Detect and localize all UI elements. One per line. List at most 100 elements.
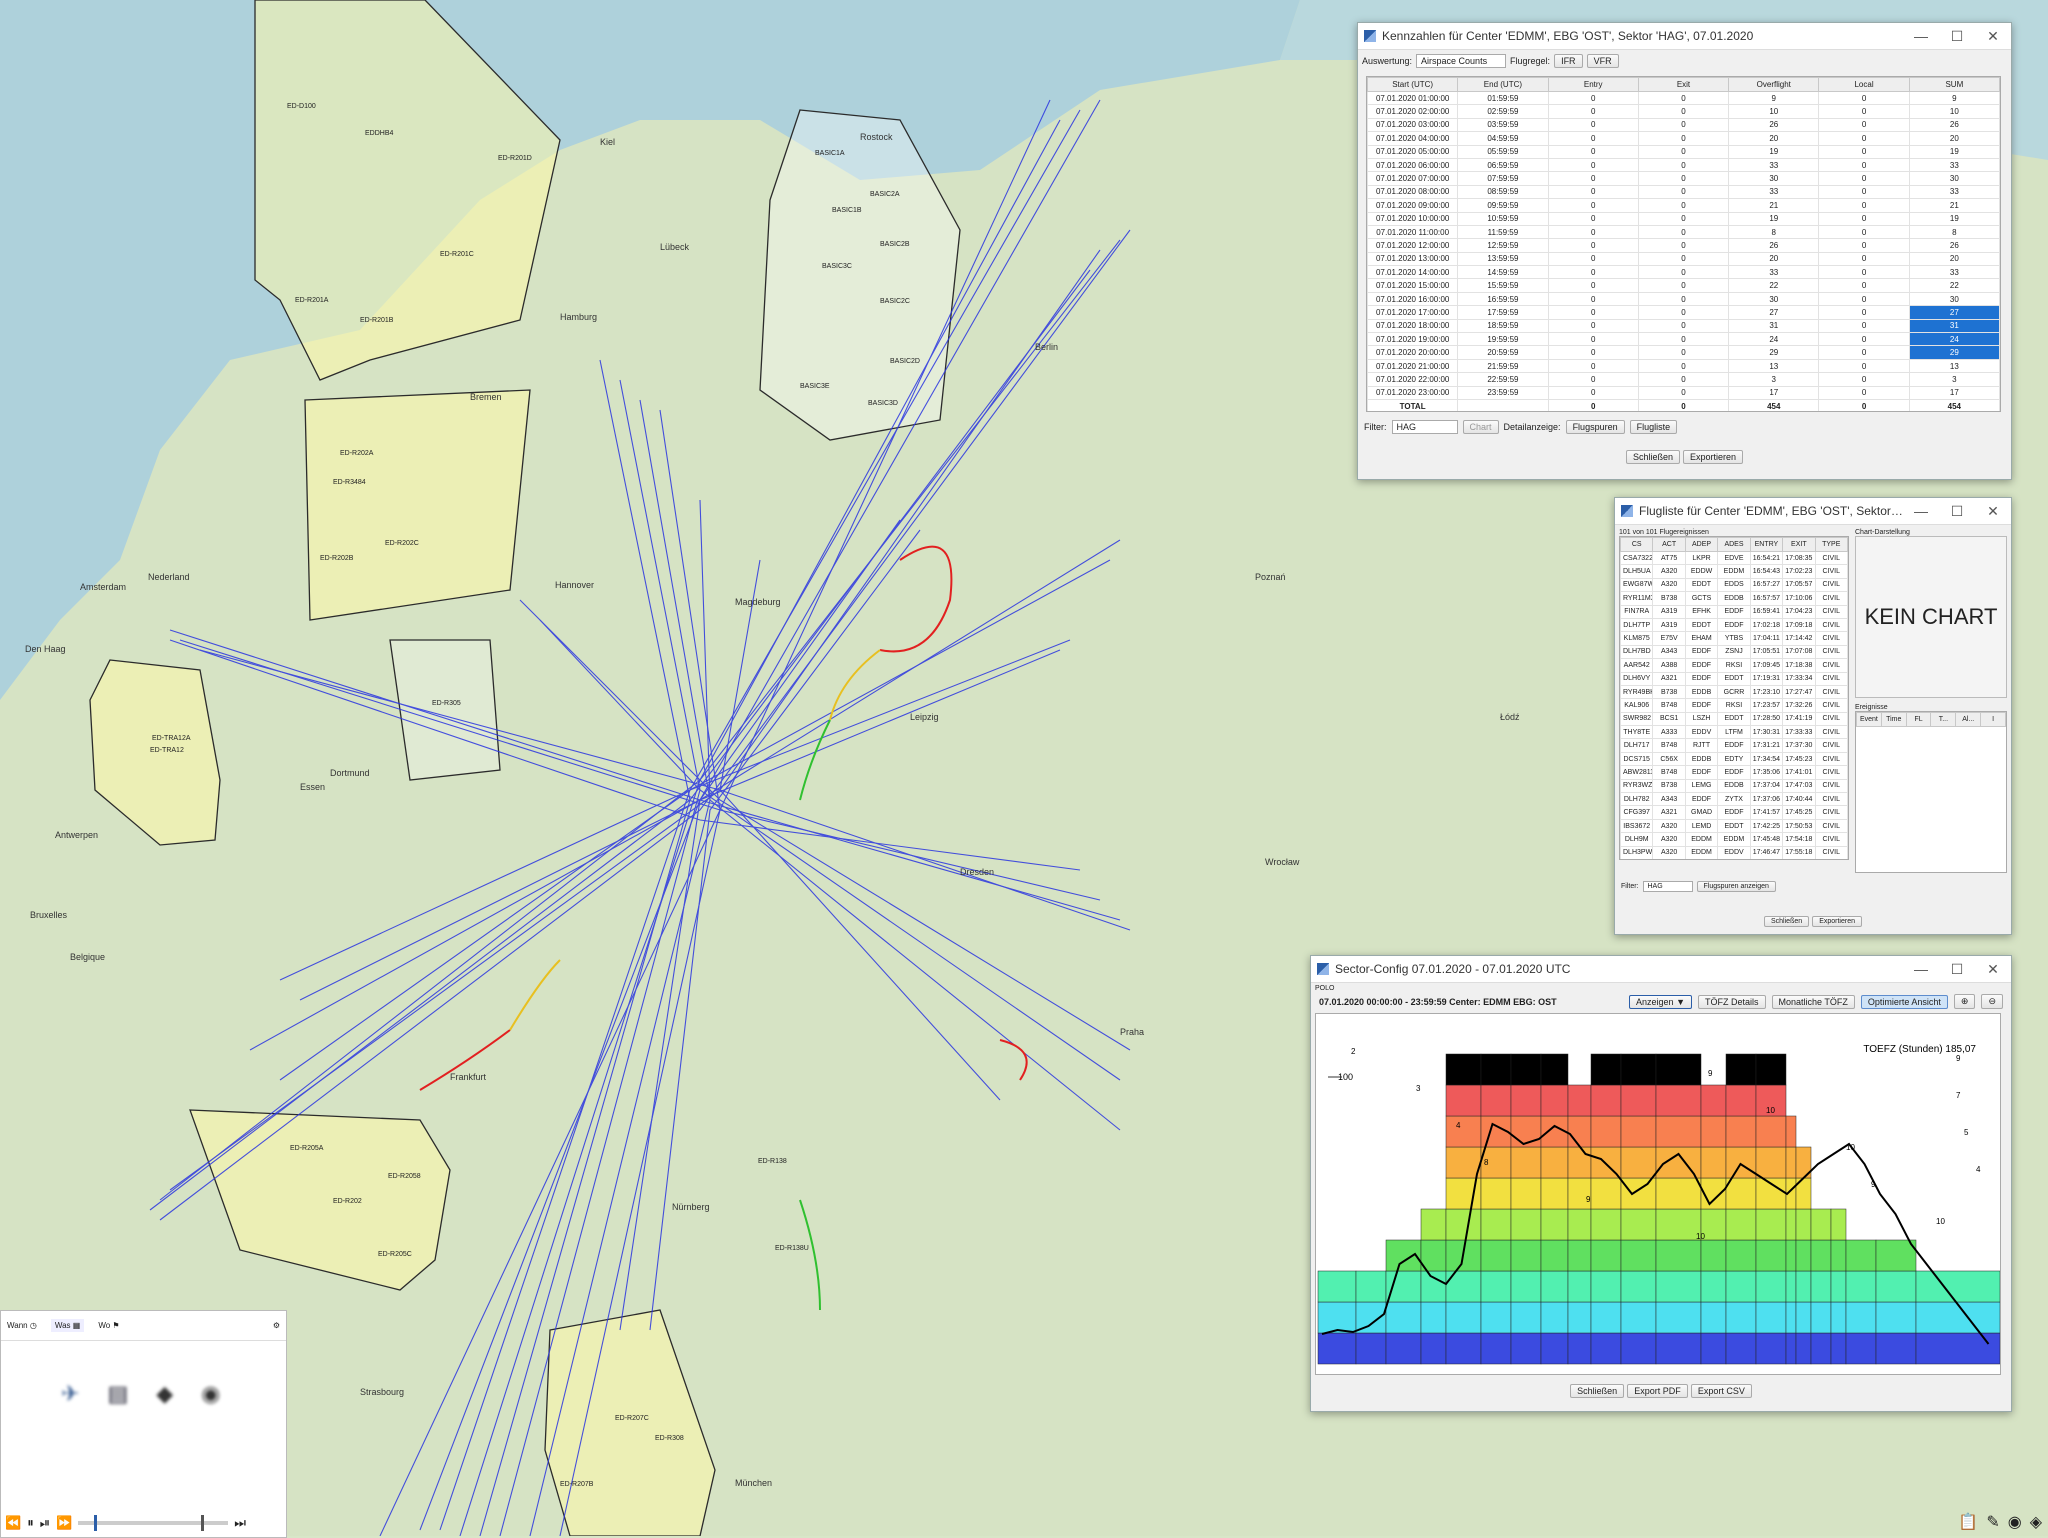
export-csv-button[interactable]: Export CSV bbox=[1690, 1384, 1752, 1398]
shield-icon[interactable]: ◆ bbox=[156, 1381, 173, 1407]
table-cell[interactable]: 11:59:59 bbox=[1457, 224, 1549, 240]
table-row[interactable]: 07.01.2020 23:00:00 23:59:59 0 0 17 0 17 bbox=[1367, 385, 2000, 400]
table-cell[interactable]: 0 bbox=[1818, 345, 1910, 360]
table-cell[interactable]: 0 bbox=[1547, 305, 1639, 320]
column-header[interactable]: CS bbox=[1620, 537, 1654, 552]
table-cell[interactable]: CIVIL bbox=[1814, 778, 1848, 794]
column-header[interactable]: Exit bbox=[1637, 77, 1730, 92]
table-cell[interactable]: A319 bbox=[1652, 617, 1686, 633]
table-cell[interactable]: 07.01.2020 12:00:00 bbox=[1367, 238, 1459, 253]
table-cell[interactable]: 07.01.2020 22:00:00 bbox=[1367, 372, 1459, 387]
table-cell[interactable]: 0 bbox=[1818, 171, 1910, 186]
table-cell[interactable]: 0 bbox=[1818, 358, 1910, 374]
table-cell[interactable]: 0 bbox=[1637, 398, 1730, 411]
auswertung-select[interactable]: Airspace Counts bbox=[1416, 54, 1507, 68]
pencil-icon[interactable]: ✎ bbox=[1986, 1512, 1999, 1532]
wann-tab[interactable]: Wann ◷ bbox=[7, 1321, 37, 1330]
table-row[interactable]: 07.01.2020 17:00:00 17:59:59 0 0 27 0 27 bbox=[1367, 305, 2000, 320]
table-cell[interactable]: 17:41:01 bbox=[1782, 765, 1816, 780]
table-cell[interactable]: 0 bbox=[1818, 238, 1910, 253]
table-cell[interactable]: DLH7BD bbox=[1620, 644, 1654, 660]
table-cell[interactable]: 22 bbox=[1908, 278, 2000, 293]
table-cell[interactable]: 0 bbox=[1818, 291, 1910, 307]
flugspuren-anzeigen-button[interactable]: Flugspuren anzeigen bbox=[1696, 881, 1776, 892]
table-cell[interactable]: 07.01.2020 04:00:00 bbox=[1367, 131, 1459, 146]
table-cell[interactable]: 30 bbox=[1728, 171, 1820, 186]
table-cell[interactable]: 0 bbox=[1818, 398, 1910, 411]
flight-table-container[interactable]: CS ACT ADEP ADES ENTRY EXIT TYPE CSA7322 AT75 LK… bbox=[1619, 536, 1849, 860]
table-cell[interactable]: SWR982 bbox=[1620, 711, 1654, 727]
table-cell[interactable]: 0 bbox=[1818, 211, 1910, 226]
table-cell[interactable]: 17:09:45 bbox=[1749, 658, 1784, 673]
table-cell[interactable]: CIVIL bbox=[1814, 738, 1848, 753]
table-cell[interactable]: 27 bbox=[1908, 305, 2000, 320]
time-slider[interactable] bbox=[78, 1515, 229, 1531]
table-cell[interactable]: CIVIL bbox=[1814, 792, 1848, 807]
table-cell[interactable]: 17:42:25 bbox=[1749, 818, 1784, 834]
table-cell[interactable]: 21:59:59 bbox=[1457, 358, 1549, 374]
table-cell[interactable]: 17:59:59 bbox=[1457, 305, 1549, 320]
vfr-button[interactable]: VFR bbox=[1586, 54, 1619, 68]
table-cell[interactable]: 17:54:18 bbox=[1782, 832, 1816, 847]
toefz-details-button[interactable]: TÖFZ Details bbox=[1698, 994, 1766, 1009]
table-row[interactable]: 07.01.2020 14:00:00 14:59:59 0 0 33 0 33 bbox=[1367, 265, 2000, 280]
maximize-icon[interactable]: ☐ bbox=[1939, 28, 1975, 45]
table-cell[interactable]: 07.01.2020 14:00:00 bbox=[1367, 265, 1459, 280]
table-cell[interactable]: CIVIL bbox=[1814, 684, 1848, 700]
table-cell[interactable]: 17:33:34 bbox=[1782, 671, 1816, 686]
table-cell[interactable]: CSA7322 bbox=[1620, 550, 1654, 566]
table-cell[interactable]: CIVIL bbox=[1814, 577, 1848, 593]
table-cell[interactable]: 0 bbox=[1637, 385, 1730, 400]
table-cell[interactable]: EDTY bbox=[1717, 751, 1751, 767]
table-cell[interactable]: 0 bbox=[1637, 131, 1730, 146]
slider-start-handle[interactable] bbox=[94, 1515, 98, 1531]
table-row[interactable]: 07.01.2020 15:00:00 15:59:59 0 0 22 0 22 bbox=[1367, 278, 2000, 293]
table-cell[interactable]: 01:59:59 bbox=[1457, 90, 1549, 106]
table-cell[interactable]: 9 bbox=[1728, 90, 1820, 106]
table-cell[interactable]: A320 bbox=[1652, 577, 1686, 593]
anzeigen-button[interactable]: Anzeigen ▼ bbox=[1629, 994, 1692, 1009]
table-cell[interactable]: AT75 bbox=[1652, 550, 1686, 566]
table-row[interactable]: 07.01.2020 01:00:00 01:59:59 0 0 9 0 9 bbox=[1367, 90, 2000, 106]
table-cell[interactable]: 0 bbox=[1547, 372, 1639, 387]
table-cell[interactable]: 33 bbox=[1728, 157, 1820, 173]
maximize-icon[interactable]: ☐ bbox=[1939, 503, 1975, 520]
table-row[interactable]: 07.01.2020 02:00:00 02:59:59 0 0 10 0 10 bbox=[1367, 104, 2000, 119]
table-cell[interactable]: 19 bbox=[1728, 144, 1820, 159]
column-header[interactable]: Time bbox=[1880, 712, 1907, 727]
table-cell[interactable]: 02:59:59 bbox=[1457, 104, 1549, 119]
table-cell[interactable]: 26 bbox=[1908, 117, 2000, 133]
table-cell[interactable]: CIVIL bbox=[1814, 751, 1848, 767]
table-row[interactable]: DLH9M A320 EDDM EDDM 17:45:48 17:54:18 CIVIL bbox=[1620, 832, 1848, 847]
table-cell[interactable]: 0 bbox=[1547, 345, 1639, 360]
table-cell[interactable]: 0 bbox=[1818, 131, 1910, 146]
table-cell[interactable]: 03:59:59 bbox=[1457, 117, 1549, 133]
table-row[interactable]: 07.01.2020 18:00:00 18:59:59 0 0 31 0 31 bbox=[1367, 318, 2000, 334]
table-cell[interactable]: YTBS bbox=[1717, 631, 1751, 646]
step-end-icon[interactable]: ⏭ bbox=[234, 1515, 246, 1531]
table-cell[interactable]: 0 bbox=[1547, 291, 1639, 307]
column-header[interactable]: Overflight bbox=[1728, 77, 1820, 92]
table-cell[interactable]: A333 bbox=[1652, 725, 1686, 740]
table-cell[interactable]: 0 bbox=[1818, 251, 1910, 267]
table-cell[interactable]: BCS1 bbox=[1652, 711, 1686, 727]
settings-icon[interactable]: ⚙ bbox=[273, 1321, 280, 1330]
table-cell[interactable]: 14:59:59 bbox=[1457, 265, 1549, 280]
table-row[interactable]: KAL906 B748 EDDF RKSI 17:23:57 17:32:26 CIVIL bbox=[1620, 698, 1848, 713]
column-header[interactable]: Event bbox=[1856, 712, 1882, 727]
table-cell[interactable]: 0 bbox=[1637, 144, 1730, 159]
table-cell[interactable]: 17:18:38 bbox=[1782, 658, 1816, 673]
table-cell[interactable]: 17:31:21 bbox=[1749, 738, 1784, 753]
table-cell[interactable]: 0 bbox=[1818, 157, 1910, 173]
flugliste-button[interactable]: Flugliste bbox=[1629, 420, 1678, 434]
table-cell[interactable]: RJTT bbox=[1684, 738, 1719, 753]
table-cell[interactable]: 22:59:59 bbox=[1457, 372, 1549, 387]
table-cell[interactable]: 17:02:18 bbox=[1749, 617, 1784, 633]
table-cell[interactable]: 19 bbox=[1728, 211, 1820, 226]
table-cell[interactable]: 17:35:06 bbox=[1749, 765, 1784, 780]
table-cell[interactable]: 0 bbox=[1547, 224, 1639, 240]
table-cell[interactable]: 10 bbox=[1728, 104, 1820, 119]
table-cell[interactable]: 07.01.2020 15:00:00 bbox=[1367, 278, 1459, 293]
table-cell[interactable]: CIVIL bbox=[1814, 805, 1848, 820]
table-cell[interactable]: 33 bbox=[1728, 184, 1820, 200]
